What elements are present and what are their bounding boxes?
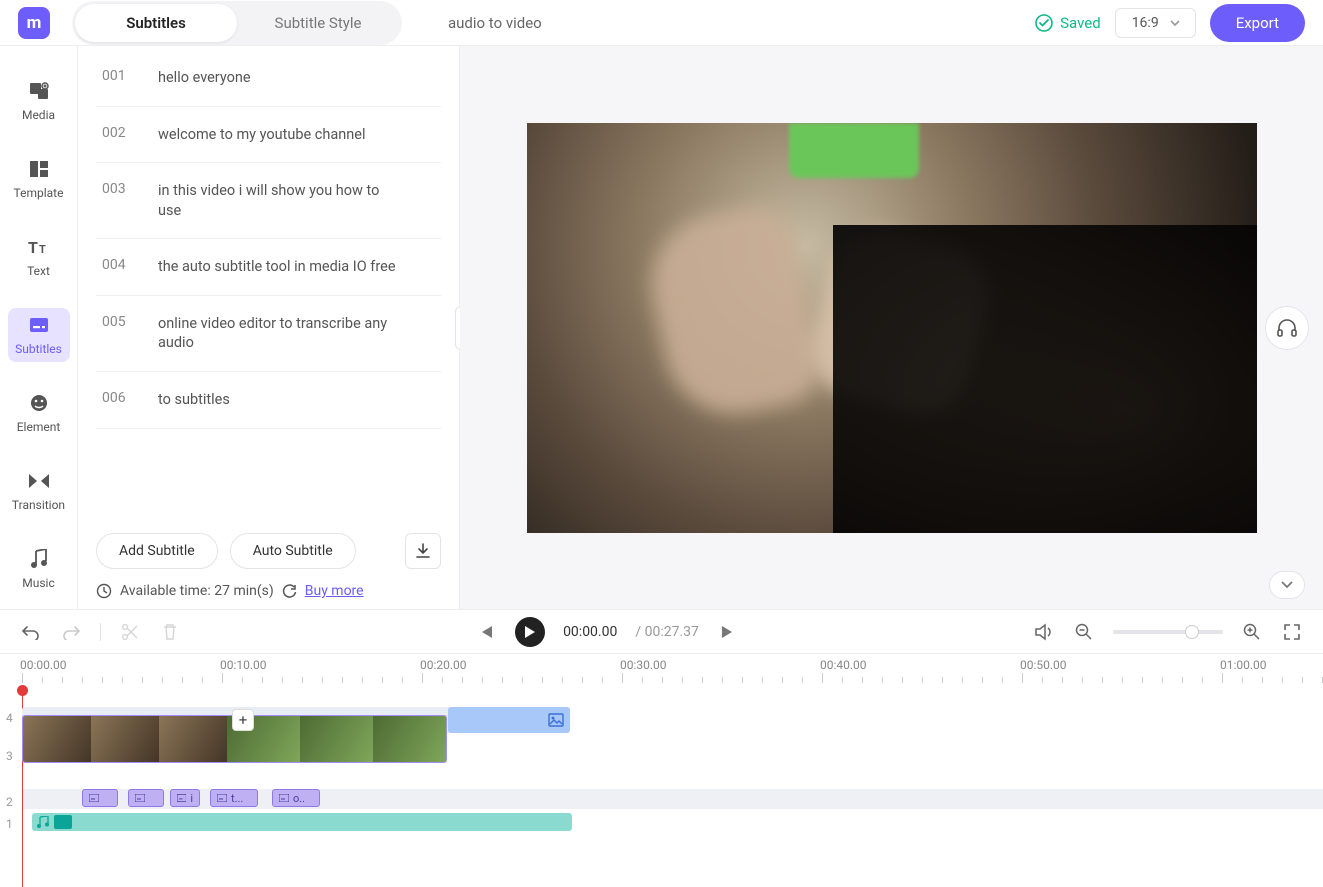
zoom-out-button[interactable] (1073, 621, 1095, 643)
add-clip-button[interactable]: + (232, 709, 254, 731)
media-icon (28, 80, 50, 102)
download-icon (415, 543, 431, 559)
add-subtitle-button[interactable]: Add Subtitle (96, 533, 218, 569)
play-button[interactable] (515, 617, 545, 647)
side-nav: Media Template TT Text Subtitles Element… (0, 46, 78, 609)
project-title[interactable]: audio to video (448, 14, 542, 32)
app-logo[interactable]: m (18, 7, 50, 39)
volume-button[interactable] (1033, 621, 1055, 643)
redo-button[interactable] (60, 621, 82, 643)
zoom-slider[interactable] (1113, 630, 1223, 634)
timeline-tracks[interactable]: 4 3 + 2 it...o.. 1 (0, 687, 1323, 837)
zoom-in-button[interactable] (1241, 621, 1263, 643)
tab-subtitles[interactable]: Subtitles (75, 4, 237, 42)
headphones-icon (1276, 317, 1298, 339)
image-clip-selected[interactable] (448, 707, 570, 733)
subtitles-panel: 001hello everyone 002welcome to my youtu… (78, 46, 460, 609)
preview-area (460, 46, 1323, 609)
subtitle-row[interactable]: 005online video editor to transcribe any… (96, 296, 441, 372)
next-frame-button[interactable] (717, 621, 739, 643)
download-subtitles-button[interactable] (405, 533, 441, 569)
export-button[interactable]: Export (1210, 4, 1305, 42)
check-circle-icon (1034, 13, 1054, 33)
buy-more-link[interactable]: Buy more (305, 583, 364, 599)
nav-element[interactable]: Element (8, 386, 70, 440)
music-icon (36, 816, 50, 828)
subtitle-clip[interactable] (82, 789, 118, 807)
tab-subtitle-style[interactable]: Subtitle Style (237, 4, 399, 42)
chevron-down-icon (1280, 580, 1294, 590)
play-icon (524, 625, 536, 639)
chevron-down-icon (1169, 17, 1181, 29)
split-button[interactable] (119, 621, 141, 643)
subtitle-clip[interactable]: t... (210, 789, 258, 807)
image-icon (548, 713, 564, 727)
template-icon (28, 158, 50, 180)
available-time-label: Available time: 27 min(s) (120, 583, 274, 599)
nav-music[interactable]: Music (8, 542, 70, 596)
audio-clip[interactable] (32, 813, 572, 831)
subtitle-row[interactable]: 006to subtitles (96, 372, 441, 429)
undo-button[interactable] (20, 621, 42, 643)
refresh-icon[interactable] (282, 584, 297, 599)
nav-template[interactable]: Template (8, 152, 70, 206)
subtitle-row[interactable]: 002welcome to my youtube channel (96, 107, 441, 164)
text-icon: TT (28, 236, 50, 258)
headphones-button[interactable] (1265, 306, 1309, 350)
subtitles-list[interactable]: 001hello everyone 002welcome to my youtu… (78, 46, 459, 519)
track-1[interactable]: 1 (22, 813, 1323, 833)
aspect-ratio-select[interactable]: 16:9 (1115, 8, 1196, 38)
saved-status: Saved (1034, 13, 1101, 33)
time-ruler[interactable]: 00:00.0000:10.0000:20.0000:30.0000:40.00… (0, 653, 1323, 687)
fit-button[interactable] (1281, 621, 1303, 643)
element-icon (28, 392, 50, 414)
nav-transition[interactable]: Transition (8, 464, 70, 518)
collapse-preview-button[interactable] (1269, 571, 1305, 599)
nav-text[interactable]: TT Text (8, 230, 70, 284)
subtitle-tabs: Subtitles Subtitle Style (72, 1, 402, 45)
clock-icon (96, 583, 112, 599)
track-2[interactable]: 2 it...o.. (22, 789, 1323, 809)
svg-text:T: T (39, 243, 46, 256)
transition-icon (28, 470, 50, 492)
prev-frame-button[interactable] (475, 621, 497, 643)
subtitle-clip[interactable]: i (170, 789, 200, 807)
nav-subtitles[interactable]: Subtitles (8, 308, 70, 362)
duration: 00:27.37 (645, 624, 699, 640)
video-preview[interactable] (527, 123, 1257, 533)
subtitle-clip[interactable] (128, 789, 164, 807)
nav-media[interactable]: Media (8, 74, 70, 128)
playback-toolbar: 00:00.00 / 00:27.37 (0, 609, 1323, 653)
current-time: 00:00.00 (563, 624, 617, 640)
subtitle-row[interactable]: 001hello everyone (96, 50, 441, 107)
svg-text:T: T (28, 238, 38, 256)
delete-button[interactable] (159, 621, 181, 643)
auto-subtitle-button[interactable]: Auto Subtitle (230, 533, 356, 569)
subtitle-clip[interactable]: o.. (272, 789, 320, 807)
track-3[interactable]: 3 + (22, 737, 1323, 785)
subtitles-icon (28, 314, 50, 336)
subtitle-row[interactable]: 004the auto subtitle tool in media IO fr… (96, 239, 441, 296)
music-icon (28, 548, 50, 570)
subtitle-row[interactable]: 003in this video i will show you how to … (96, 163, 441, 239)
